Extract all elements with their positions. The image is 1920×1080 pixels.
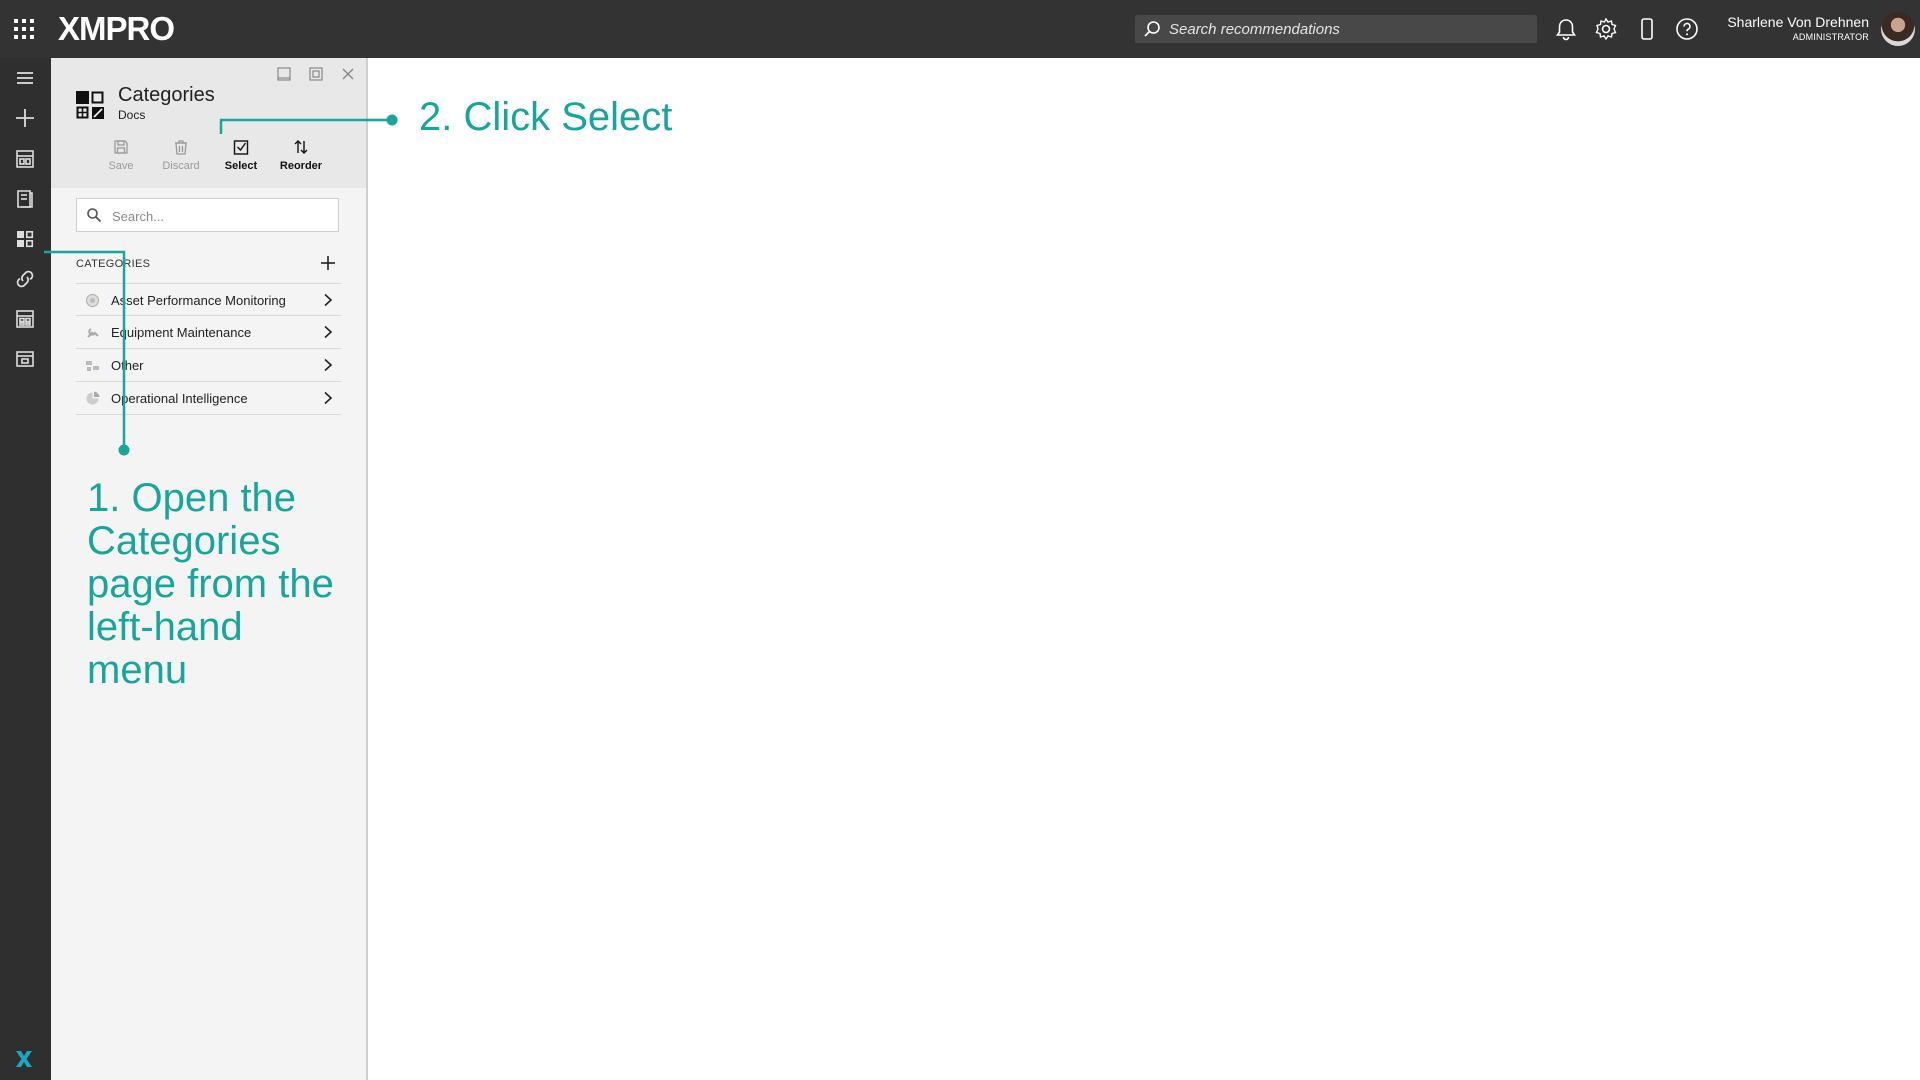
category-search-input[interactable] <box>110 205 334 227</box>
categories-icon[interactable] <box>13 227 37 251</box>
mobile-icon[interactable] <box>1634 16 1660 42</box>
maximize-icon[interactable] <box>308 66 324 82</box>
annotation-dot-step2 <box>386 114 398 126</box>
category-icon <box>86 361 99 371</box>
trash-icon <box>175 140 187 155</box>
bell-icon[interactable] <box>1553 16 1579 42</box>
category-label: Asset Performance Monitoring <box>111 293 286 308</box>
apps-icon[interactable] <box>13 307 37 331</box>
top-bar: XMPRO Search recommendations Sharlene Vo… <box>0 0 1920 58</box>
chevron-right-icon <box>324 293 333 307</box>
save-label: Save <box>108 160 134 172</box>
discard-button[interactable]: Discard <box>151 138 211 182</box>
user-name[interactable]: Sharlene Von Drehnen <box>1727 14 1869 30</box>
save-icon <box>114 140 128 154</box>
left-rail <box>0 58 51 1080</box>
search-icon <box>87 208 102 223</box>
add-category-icon[interactable] <box>319 254 337 272</box>
select-label: Select <box>224 160 258 172</box>
link-icon[interactable] <box>13 267 37 291</box>
xmpro-logo[interactable]: XMPRO <box>58 10 175 48</box>
avatar[interactable] <box>1881 12 1915 46</box>
page-subtitle: Docs <box>118 108 146 122</box>
category-label: Equipment Maintenance <box>111 325 252 340</box>
search-icon <box>1144 21 1160 37</box>
chevron-right-icon <box>324 391 333 405</box>
category-row-equipment-maintenance[interactable]: Equipment Maintenance <box>76 316 341 349</box>
close-icon[interactable] <box>340 66 356 82</box>
chevron-right-icon <box>324 358 333 372</box>
category-icon <box>87 328 99 338</box>
category-icon <box>86 294 99 307</box>
checkbox-icon <box>233 140 249 155</box>
panel-header: Categories Docs Save Discard Select Reor… <box>51 58 366 188</box>
category-row-other[interactable]: Other <box>76 349 341 382</box>
xmpro-x-icon[interactable] <box>13 1048 35 1070</box>
discard-label: Discard <box>162 160 200 172</box>
minimize-icon[interactable] <box>276 66 292 82</box>
select-button[interactable]: Select <box>211 138 271 182</box>
layout-icon[interactable] <box>13 347 37 371</box>
reorder-button[interactable]: Reorder <box>271 138 331 182</box>
menu-icon[interactable] <box>13 66 37 90</box>
help-icon[interactable] <box>1674 16 1700 42</box>
category-label: Other <box>111 358 144 373</box>
chevron-right-icon <box>324 325 333 339</box>
categories-icon <box>76 91 104 119</box>
save-button[interactable]: Save <box>91 138 151 182</box>
category-label: Operational Intelligence <box>111 391 248 406</box>
category-list: Asset Performance Monitoring Equipment M… <box>76 283 341 415</box>
annotation-step-1: 1. Open the Categories page from the lef… <box>87 476 334 692</box>
category-icon <box>86 391 100 405</box>
dashboard-icon[interactable] <box>13 147 37 171</box>
reorder-icon <box>294 140 308 154</box>
category-row-asset-performance-monitoring[interactable]: Asset Performance Monitoring <box>76 283 341 316</box>
recommendations-search-input[interactable]: Search recommendations <box>1135 15 1537 43</box>
category-row-operational-intelligence[interactable]: Operational Intelligence <box>76 382 341 415</box>
book-icon[interactable] <box>13 187 37 211</box>
apps-grid-icon[interactable] <box>13 18 35 40</box>
categories-section-header: CATEGORIES <box>76 258 151 270</box>
category-search-field[interactable] <box>76 198 339 232</box>
search-placeholder: Search recommendations <box>1169 21 1340 38</box>
page-title: Categories <box>118 84 215 106</box>
user-role: ADMINISTRATOR <box>1792 32 1869 42</box>
plus-icon[interactable] <box>13 106 37 130</box>
gear-icon[interactable] <box>1593 16 1619 42</box>
annotation-step-2: 2. Click Select <box>419 95 673 139</box>
reorder-label: Reorder <box>279 160 323 172</box>
